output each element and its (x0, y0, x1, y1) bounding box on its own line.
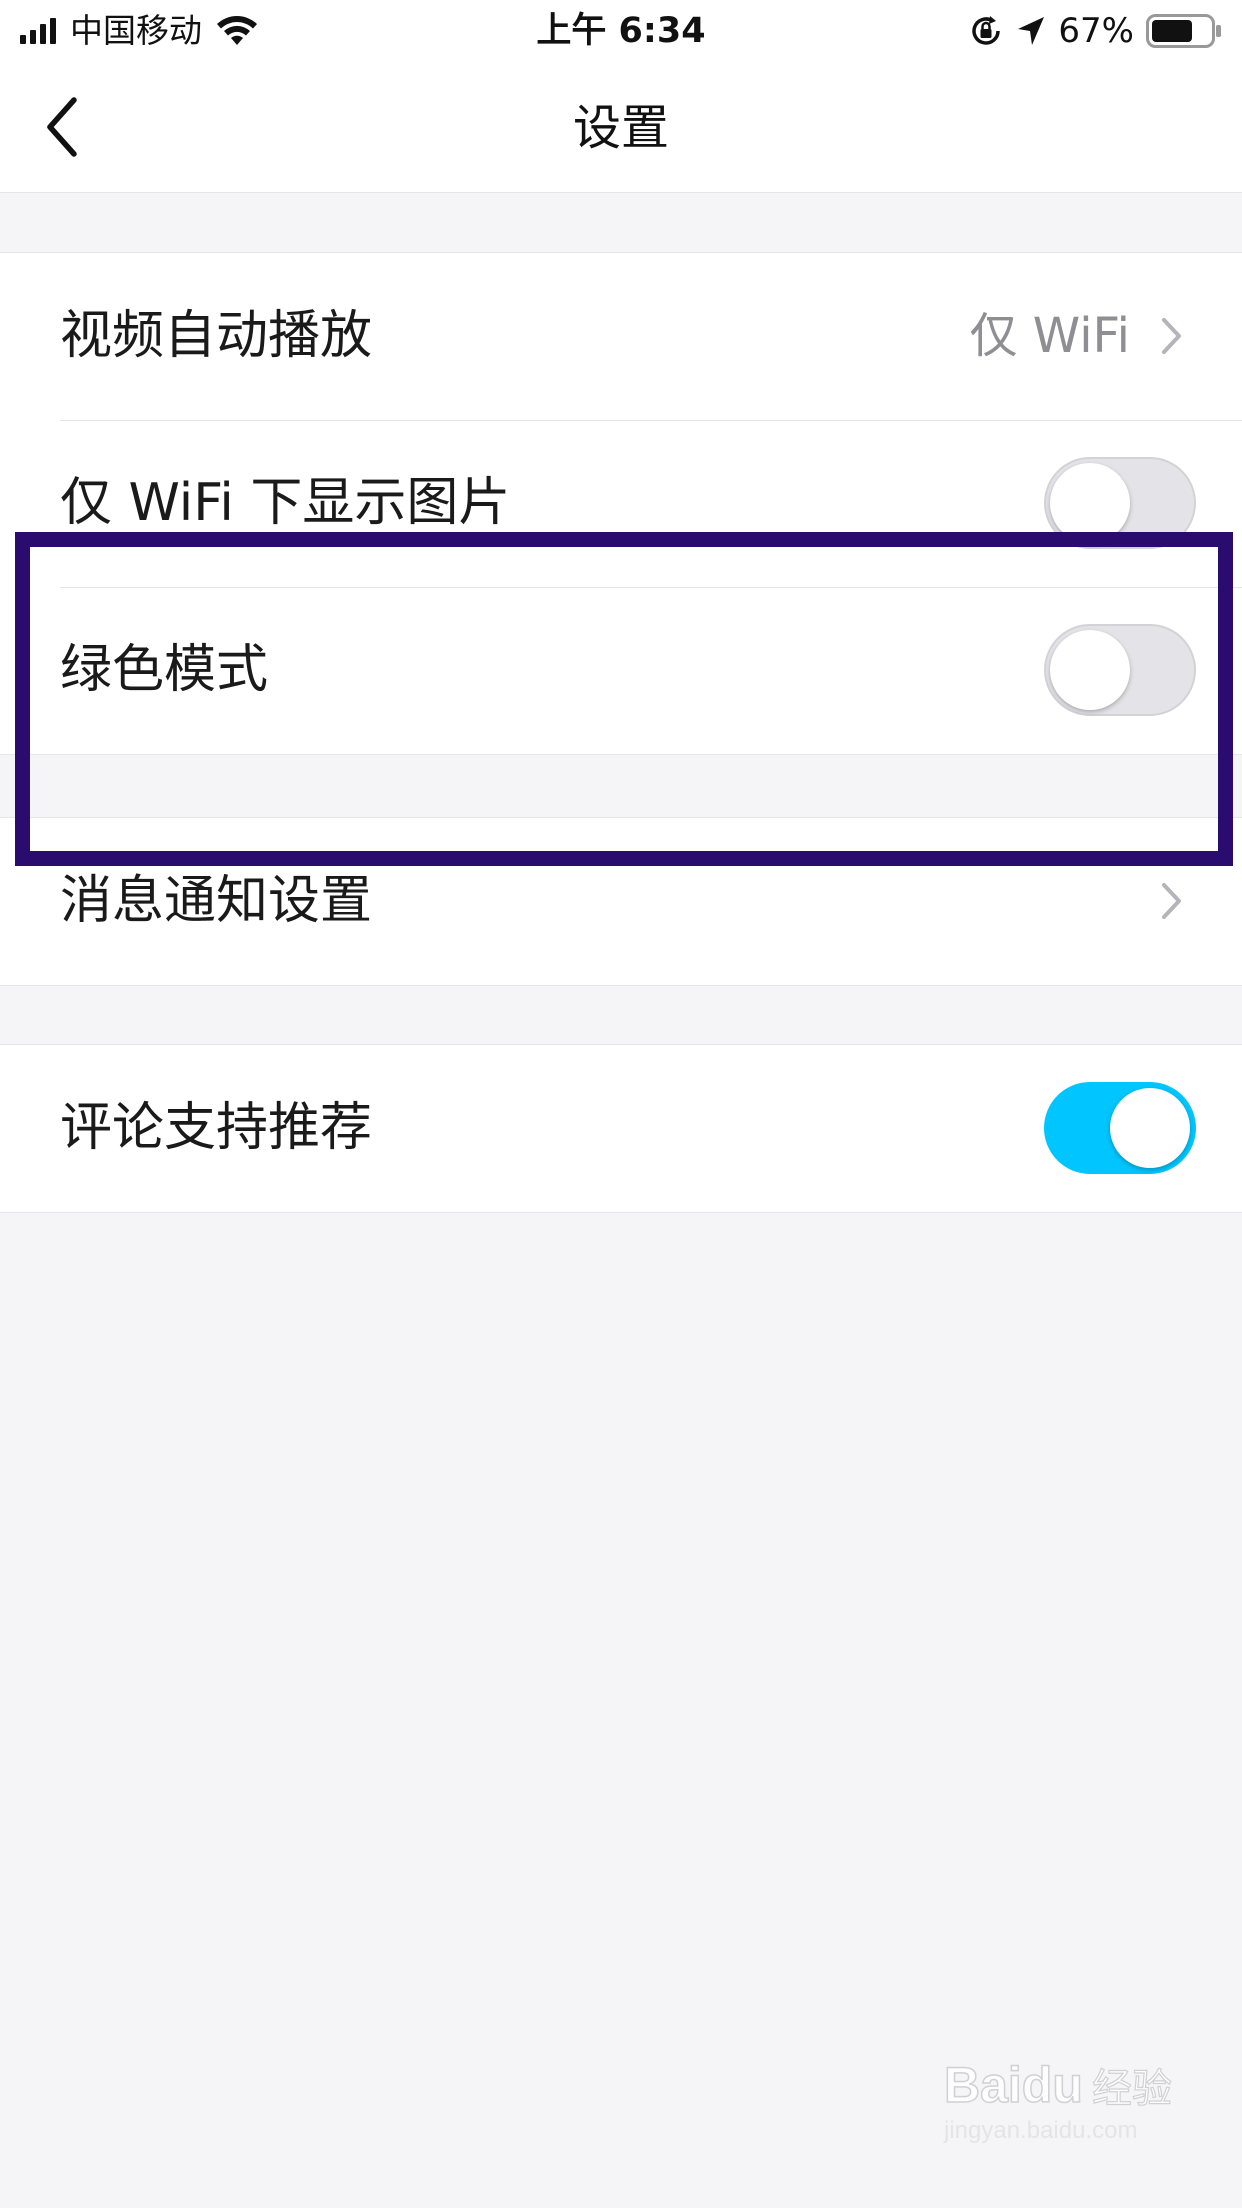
svg-text:Baidu: Baidu (944, 2057, 1083, 2113)
setting-label: 绿色模式 (60, 640, 269, 700)
setting-label: 评论支持推荐 (60, 1098, 373, 1158)
setting-label: 视频自动播放 (60, 306, 373, 366)
status-bar: 中国移动 上午 6:34 67% (0, 0, 1242, 62)
setting-row-video-autoplay[interactable]: 视频自动播放 仅 WiFi (0, 253, 1242, 420)
setting-row-green-mode: 绿色模式 (0, 587, 1242, 754)
battery-percentage: 67% (1058, 11, 1134, 51)
navigation-bar: 设置 (0, 62, 1242, 193)
setting-row-wifi-images: 仅 WiFi 下显示图片 (0, 420, 1242, 587)
chevron-right-icon (1162, 883, 1181, 919)
wifi-images-toggle[interactable] (1044, 457, 1196, 549)
setting-row-notifications[interactable]: 消息通知设置 (0, 818, 1242, 985)
baidu-logo-icon: Baidu 经验 jingyan.baidu.com (943, 2056, 1173, 2144)
setting-label: 仅 WiFi 下显示图片 (60, 473, 511, 533)
svg-text:jingyan.baidu.com: jingyan.baidu.com (943, 2117, 1137, 2144)
baidu-jingyan-watermark: Baidu 经验 jingyan.baidu.com (940, 2040, 1180, 2150)
setting-row-comment-recommend: 评论支持推荐 (0, 1045, 1242, 1212)
setting-label: 消息通知设置 (60, 871, 373, 931)
svg-text:经验: 经验 (1092, 2066, 1172, 2112)
page-title: 设置 (572, 100, 669, 156)
orientation-lock-icon (972, 16, 1001, 45)
settings-group-display: 视频自动播放 仅 WiFi 仅 WiFi 下显示图片 绿色模式 (0, 252, 1242, 755)
setting-value: 仅 WiFi (969, 308, 1130, 364)
toggle-knob (1050, 630, 1130, 710)
chevron-right-icon (1162, 318, 1181, 354)
green-mode-toggle[interactable] (1044, 624, 1196, 716)
location-arrow-icon (1018, 17, 1045, 45)
comment-recommend-toggle[interactable] (1044, 1082, 1196, 1174)
settings-group-comments: 评论支持推荐 (0, 1044, 1242, 1213)
settings-group-notifications: 消息通知设置 (0, 817, 1242, 986)
toggle-knob (1050, 463, 1130, 543)
toggle-knob (1110, 1088, 1190, 1168)
battery-icon (1146, 14, 1221, 48)
